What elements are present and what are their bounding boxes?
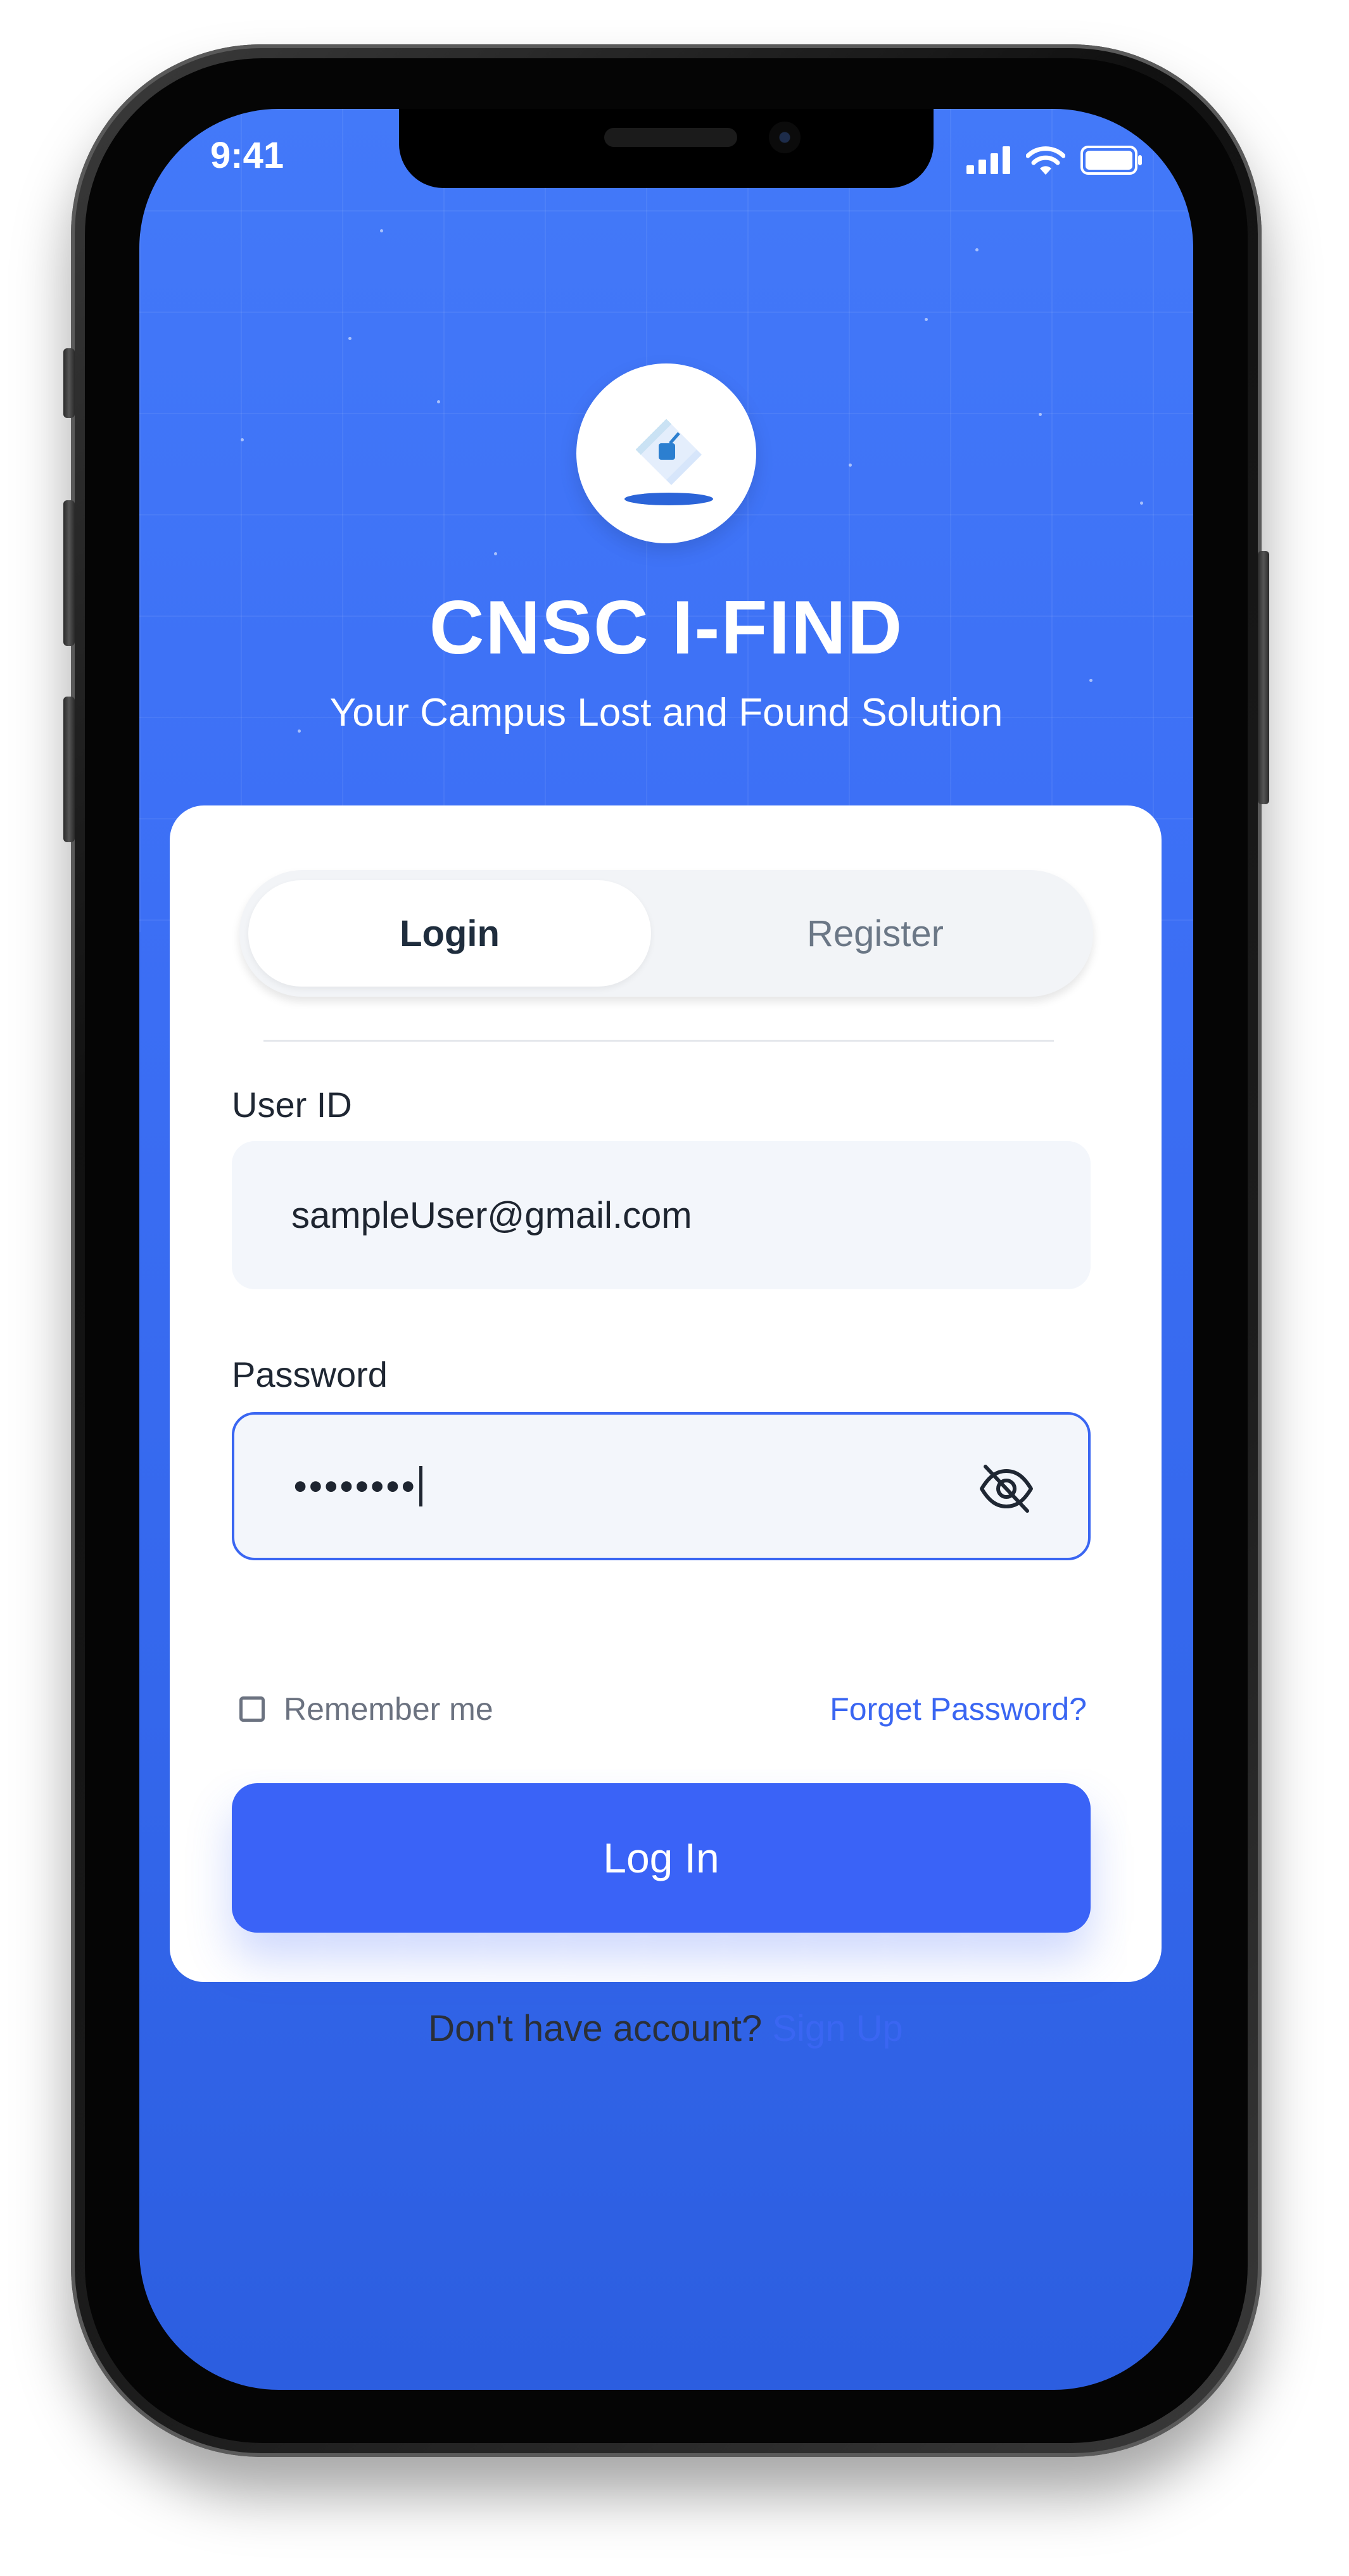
- signup-link[interactable]: Sign Up: [772, 2008, 902, 2049]
- wifi-icon: [1025, 146, 1066, 177]
- app-subtitle: Your Campus Lost and Found Solution: [329, 691, 1003, 735]
- signal-icon: [966, 146, 1011, 177]
- app-title: CNSC I-FIND: [429, 585, 904, 670]
- volume-down-button: [63, 697, 75, 842]
- speaker-grille: [604, 128, 737, 147]
- no-account-text: Don't have account?: [428, 2008, 773, 2049]
- auth-tabs: Login Register: [239, 870, 1093, 997]
- tab-login[interactable]: Login: [248, 880, 651, 987]
- front-camera: [769, 122, 801, 153]
- signup-row: Don't have account? Sign Up: [170, 2007, 1162, 2050]
- divider: [263, 1040, 1054, 1042]
- battery-icon: [1080, 146, 1144, 177]
- eye-off-icon[interactable]: [978, 1460, 1035, 1517]
- app-screen: 9:41 CNSC I-FIND Your Campus Lost and Fo…: [139, 109, 1193, 2390]
- password-value: ••••••••: [294, 1465, 417, 1507]
- diamond-logo-icon: [624, 419, 713, 505]
- user-id-value: sampleUser@gmail.com: [291, 1194, 692, 1236]
- tab-register[interactable]: Register: [670, 880, 1080, 987]
- remember-checkbox[interactable]: [239, 1696, 265, 1722]
- status-time: 9:41: [210, 135, 284, 176]
- forgot-password-link[interactable]: Forget Password?: [830, 1691, 1087, 1727]
- remember-me[interactable]: Remember me: [239, 1691, 493, 1727]
- volume-up-button: [63, 500, 75, 646]
- status-icons: [966, 146, 1144, 177]
- password-field[interactable]: ••••••••: [232, 1412, 1091, 1560]
- user-id-label: User ID: [232, 1085, 352, 1125]
- power-button: [1258, 551, 1269, 804]
- app-logo: [576, 363, 756, 543]
- user-id-field[interactable]: sampleUser@gmail.com: [232, 1141, 1091, 1289]
- notch: [399, 109, 934, 188]
- silent-switch: [63, 348, 75, 418]
- login-button[interactable]: Log In: [232, 1783, 1091, 1933]
- password-label: Password: [232, 1354, 388, 1394]
- login-card: Login Register User ID sampleUser@gmail.…: [170, 805, 1162, 2049]
- text-caret: [419, 1466, 423, 1506]
- remember-label: Remember me: [284, 1691, 493, 1727]
